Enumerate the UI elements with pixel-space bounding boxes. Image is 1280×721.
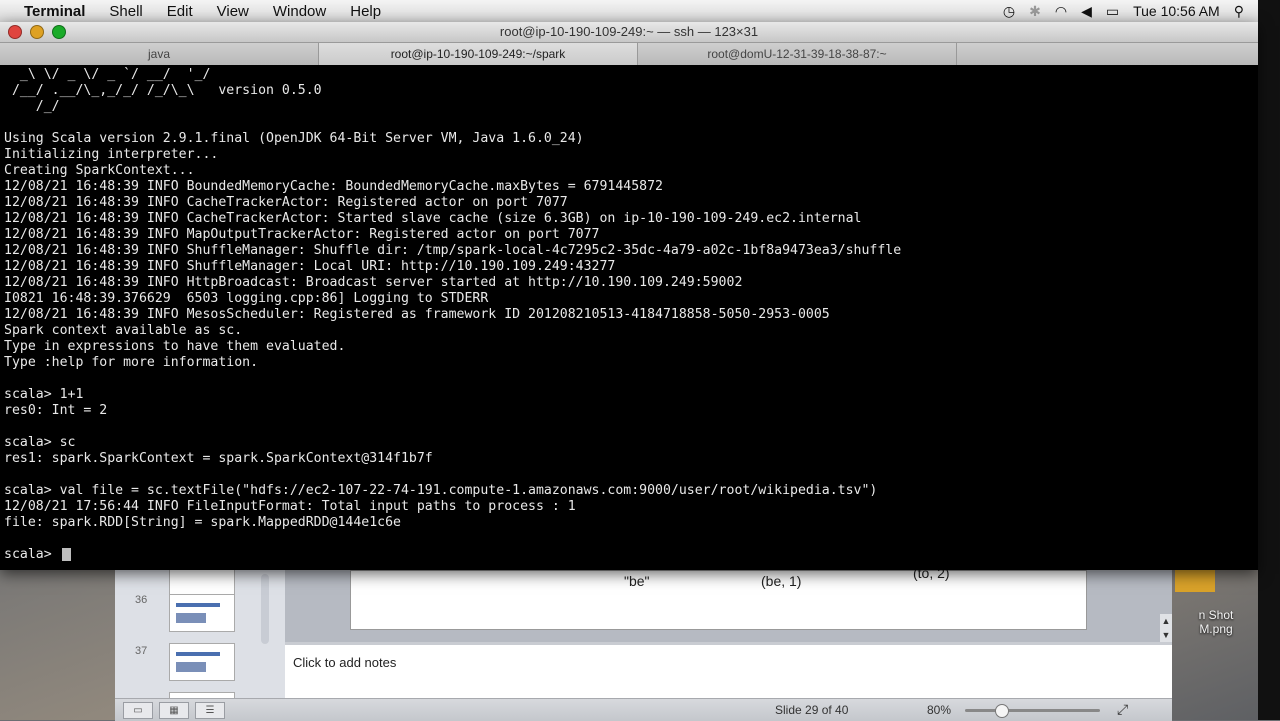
volume-icon[interactable]: ◀ [1081,3,1092,20]
menu-edit[interactable]: Edit [155,3,205,20]
terminal-line: 12/08/21 16:48:39 INFO ShuffleManager: S… [4,243,902,258]
close-button[interactable] [8,25,22,39]
slide-navigator[interactable]: 36 37 [115,570,286,698]
navigator-view-button[interactable]: ▭ [123,702,153,719]
tab-spark[interactable]: root@ip-10-190-109-249:~/spark [319,43,638,65]
terminal-window: root@ip-10-190-109-249:~ — ssh — 123×31 … [0,22,1258,570]
slide-canvas[interactable]: "be" (be, 1) (to, 2) [350,565,1087,630]
prompt-text: scala> [4,547,60,562]
terminal-line: 12/08/21 16:48:39 INFO HttpBroadcast: Br… [4,275,743,290]
thumb-number: 37 [135,645,148,657]
light-table-view-button[interactable]: ▦ [159,702,189,719]
terminal-line: Initializing interpreter... [4,147,219,162]
menu-shell[interactable]: Shell [97,3,154,20]
wifi-icon[interactable]: ◠ [1055,3,1067,20]
menu-clock[interactable]: Tue 10:56 AM [1133,3,1220,19]
terminal-prompt-line[interactable]: scala> [4,547,1258,563]
tab-java[interactable]: java [0,43,319,65]
terminal-line: scala> 1+1 [4,387,84,402]
bluetooth-icon[interactable]: ✱ [1029,3,1041,20]
slide-text: "be" [624,573,650,589]
keynote-statusbar: ▭ ▦ ☰ Slide 29 of 40 80% ⤢ [115,698,1172,721]
navigator-scrollbar[interactable] [261,574,269,644]
minimize-button[interactable] [30,25,44,39]
terminal-titlebar[interactable]: root@ip-10-190-109-249:~ — ssh — 123×31 [0,22,1258,43]
terminal-cursor [61,547,71,561]
slide-thumbnail[interactable] [169,594,235,632]
terminal-line: scala> sc [4,435,76,450]
terminal-line: 12/08/21 16:48:39 INFO MapOutputTrackerA… [4,227,600,242]
desktop-file-label[interactable]: n Shot M.png [1176,608,1256,636]
terminal-line: 12/08/21 16:48:39 INFO MesosScheduler: R… [4,307,830,322]
slide-canvas-area: "be" (be, 1) (to, 2) ▲ ▼ [285,565,1172,642]
terminal-line: 12/08/21 16:48:39 INFO CacheTrackerActor… [4,211,862,226]
terminal-line: Type :help for more information. [4,355,259,370]
terminal-line: Creating SparkContext... [4,163,195,178]
keynote-window: 36 37 "be" (be, 1) (to, 2) ▲ ▼ Click to a… [115,565,1172,721]
terminal-line: Type in expressions to have them evaluat… [4,339,346,354]
zoom-slider[interactable] [965,704,1100,718]
screen-edge [1258,0,1280,720]
terminal-output[interactable]: _\ \/ _ \/ _ `/ __/ '_/ /__/ .__/\_,_/_/… [0,65,1258,570]
terminal-line: I0821 16:48:39.376629 6503 logging.cpp:8… [4,291,489,306]
window-title: root@ip-10-190-109-249:~ — ssh — 123×31 [499,24,759,39]
terminal-line: file: spark.RDD[String] = spark.MappedRD… [4,515,401,530]
zoom-button[interactable] [52,25,66,39]
canvas-scroll-arrows[interactable]: ▲ ▼ [1160,614,1172,642]
terminal-line: scala> val file = sc.textFile("hdfs://ec… [4,483,878,498]
menu-help[interactable]: Help [338,3,393,20]
terminal-tabbar: java root@ip-10-190-109-249:~/spark root… [0,43,1258,66]
fullscreen-icon[interactable]: ⤢ [1117,701,1128,718]
menu-bar: Terminal Shell Edit View Window Help ◷ ✱… [0,0,1258,23]
terminal-line: 12/08/21 17:56:44 INFO FileInputFormat: … [4,499,576,514]
notes-placeholder: Click to add notes [293,655,397,670]
terminal-line: 12/08/21 16:48:39 INFO BoundedMemoryCach… [4,179,663,194]
slide-thumbnail[interactable] [169,643,235,681]
terminal-lines: _\ \/ _ \/ _ `/ __/ '_/ /__/ .__/\_,_/_/… [4,67,1258,547]
terminal-line: _\ \/ _ \/ _ `/ __/ '_/ [4,67,211,82]
terminal-line: /__/ .__/\_,_/_/ /_/\_\ version 0.5.0 [4,83,322,98]
tab-domu[interactable]: root@domU-12-31-39-18-38-87:~ [638,43,957,65]
menu-status-area: ◷ ✱ ◠ ◀ ▭ Tue 10:56 AM ⚲ [1003,3,1258,20]
terminal-line: Using Scala version 2.9.1.final (OpenJDK… [4,131,584,146]
desktop-folder-icon[interactable] [1175,570,1215,592]
terminal-line: res0: Int = 2 [4,403,108,418]
slide-text: (be, 1) [761,573,802,589]
menu-view[interactable]: View [205,3,261,20]
battery-icon[interactable]: ▭ [1106,3,1119,20]
terminal-line: res1: spark.SparkContext = spark.SparkCo… [4,451,433,466]
thumb-number: 36 [135,594,148,606]
terminal-line: /_/ [4,99,60,114]
zoom-level[interactable]: 80% [927,703,951,717]
outline-view-button[interactable]: ☰ [195,702,225,719]
terminal-line: 12/08/21 16:48:39 INFO CacheTrackerActor… [4,195,568,210]
time-machine-icon[interactable]: ◷ [1003,3,1015,20]
spotlight-icon[interactable]: ⚲ [1234,3,1244,20]
menu-app-terminal[interactable]: Terminal [22,3,97,20]
zoom-slider-knob[interactable] [995,704,1009,718]
terminal-line: Spark context available as sc. [4,323,243,338]
slide-counter: Slide 29 of 40 [775,703,849,717]
terminal-line: 12/08/21 16:48:39 INFO ShuffleManager: L… [4,259,616,274]
notes-pane[interactable]: Click to add notes [285,642,1172,701]
menu-window[interactable]: Window [261,3,338,20]
